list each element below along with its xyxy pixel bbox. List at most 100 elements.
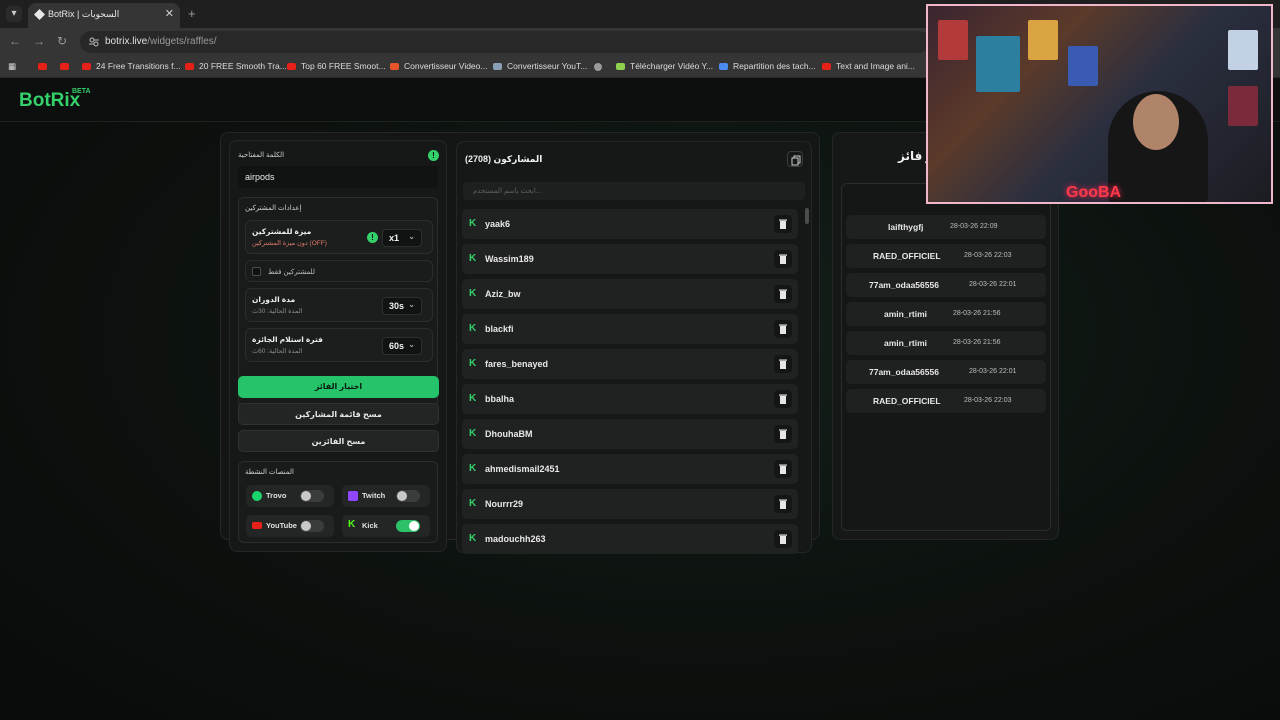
participants-header: المشاركون (2708)	[465, 154, 543, 164]
claim-period-card: فترة استلام الجائزة المدة الحالية: 60ث 6…	[245, 328, 433, 362]
url-text: botrix.live/widgets/raffles/	[105, 36, 217, 47]
bookmark-globe[interactable]	[594, 61, 607, 71]
wall-poster	[938, 20, 968, 60]
globe-icon	[594, 62, 602, 71]
keyword-input[interactable]: airpods	[238, 166, 438, 188]
participant-name: ahmedismail2451	[485, 464, 560, 474]
kick-icon: K	[348, 519, 356, 530]
streamer-head	[1133, 94, 1179, 150]
winner-name: 77am_odaa56556	[869, 280, 939, 290]
wall-poster	[1068, 46, 1098, 86]
claim-period-select[interactable]: 60s ⌄	[382, 337, 422, 355]
new-tab-icon[interactable]: +	[188, 6, 196, 21]
trash-icon[interactable]	[774, 425, 792, 443]
winner-name: RAED_OFFICIEL	[873, 396, 941, 406]
forward-arrow-icon[interactable]: →	[33, 34, 45, 48]
multiplier-value: x1	[389, 233, 400, 243]
youtube-icon	[252, 522, 262, 529]
close-tab-icon[interactable]: ✕	[165, 7, 174, 20]
bookmark-item[interactable]: 24 Free Transitions f...	[82, 61, 181, 71]
platform-name: Kick	[362, 521, 378, 530]
participant-name: bbalha	[485, 394, 515, 404]
twitch-toggle[interactable]	[396, 490, 420, 502]
kick-toggle[interactable]	[396, 520, 420, 532]
trash-icon[interactable]	[774, 530, 792, 548]
scrollbar-thumb[interactable]	[805, 208, 809, 224]
back-arrow-icon[interactable]: ←	[9, 34, 21, 48]
converter-icon	[493, 63, 502, 71]
kick-icon: K	[469, 533, 477, 544]
winner-row: RAED_OFFICIEL 28-03-26 22:03	[846, 389, 1046, 413]
winner-date: 28-03-26 21:56	[953, 310, 1001, 317]
platform-name: Twitch	[362, 491, 386, 500]
youtube-toggle[interactable]	[300, 520, 324, 532]
trash-icon[interactable]	[774, 390, 792, 408]
trash-icon[interactable]	[774, 460, 792, 478]
trash-icon[interactable]	[774, 495, 792, 513]
webcam-overlay: GooBA	[926, 4, 1273, 204]
subs-only-checkbox[interactable]	[252, 267, 261, 276]
reload-icon[interactable]: ↻	[57, 34, 67, 48]
site-info-icon[interactable]	[88, 36, 100, 48]
bookmark-item[interactable]: Top 60 FREE Smoot...	[287, 61, 386, 71]
subs-only-row[interactable]: للمشتركين فقط	[245, 260, 433, 282]
bookmark-label: Télécharger Vidéo Y...	[630, 61, 714, 71]
bookmark-youtube-2[interactable]	[60, 61, 74, 71]
clear-winners-button[interactable]: مسح الفائزين	[238, 430, 439, 452]
winner-name: laifthygfj	[888, 222, 924, 232]
bookmark-item[interactable]: Télécharger Vidéo Y...	[616, 61, 713, 71]
list-item: K Aziz_bw	[462, 279, 798, 309]
trash-icon[interactable]	[774, 215, 792, 233]
list-item: Kyaak6	[462, 209, 798, 239]
download-icon	[616, 63, 625, 71]
tab-search-button[interactable]: ▾	[6, 6, 22, 22]
subscriber-bonus-title: ميزة للمشتركين	[252, 227, 312, 236]
pick-winner-button[interactable]: اختيار الفائز	[238, 376, 439, 398]
claim-period-sub: المدة الحالية: 60ث	[252, 348, 303, 355]
trash-icon[interactable]	[774, 320, 792, 338]
participant-search-input[interactable]: ابحث باسم المستخدم...	[463, 182, 805, 200]
bookmark-label: Top 60 FREE Smoot...	[301, 61, 386, 71]
list-item: Kahmedismail2451	[462, 454, 798, 484]
trash-icon[interactable]	[774, 355, 792, 373]
chevron-down-icon: ⌄	[408, 300, 415, 309]
spin-duration-select[interactable]: 30s ⌄	[382, 297, 422, 315]
bookmark-item[interactable]: Convertisseur YouT...	[493, 61, 587, 71]
kick-icon: K	[469, 358, 477, 369]
winner-row: RAED_OFFICIEL 28-03-26 22:03	[846, 244, 1046, 268]
bookmark-item[interactable]: Text and Image ani...	[822, 61, 915, 71]
info-icon[interactable]: !	[428, 150, 439, 161]
search-placeholder: ابحث باسم المستخدم...	[473, 188, 542, 195]
winner-date: 28-03-26 22:01	[969, 281, 1017, 288]
spin-duration-sub: المدة الحالية: 30ث	[252, 308, 303, 315]
participant-name: Aziz_bw	[485, 289, 521, 299]
bookmark-label: Repartition des tach...	[733, 61, 816, 71]
tab-title: BotRix | السحوبات	[48, 9, 120, 19]
chevron-down-icon: ⌄	[408, 232, 415, 241]
trovo-toggle[interactable]	[300, 490, 324, 502]
participants-settings-label: إعدادات المشتركين	[245, 205, 302, 212]
winner-name: 77am_odaa56556	[869, 367, 939, 377]
platform-kick: K Kick	[342, 515, 430, 537]
bookmark-item[interactable]: 20 FREE Smooth Tra...	[185, 61, 287, 71]
apps-grid-icon[interactable]: ▦	[8, 61, 16, 72]
trash-icon[interactable]	[774, 250, 792, 268]
browser-tab-active[interactable]: BotRix | السحوبات ✕	[28, 3, 180, 28]
youtube-icon	[287, 63, 296, 71]
youtube-icon	[185, 63, 194, 71]
subscriber-bonus-card: ميزة للمشتركين دون ميزة المشتركين (OFF) …	[245, 220, 433, 254]
winner-name: RAED_OFFICIEL	[873, 251, 941, 261]
info-icon[interactable]: !	[367, 232, 378, 243]
list-item: Kblackfi	[462, 314, 798, 344]
bookmark-item[interactable]: Repartition des tach...	[719, 61, 816, 71]
winner-row: amin_rtimi 28-03-26 21:56	[846, 331, 1046, 355]
claim-period-title: فترة استلام الجائزة	[252, 335, 323, 344]
address-bar[interactable]: botrix.live/widgets/raffles/	[80, 31, 930, 53]
winner-row: amin_rtimi 28-03-26 21:56	[846, 302, 1046, 326]
trash-icon[interactable]	[774, 285, 792, 303]
copy-icon[interactable]	[787, 151, 803, 167]
clear-participants-button[interactable]: مسح قائمة المشاركين	[238, 403, 439, 425]
multiplier-select[interactable]: x1 ⌄	[382, 229, 422, 247]
bookmark-youtube-1[interactable]	[38, 61, 52, 71]
bookmark-item[interactable]: Convertisseur Video...	[390, 61, 487, 71]
